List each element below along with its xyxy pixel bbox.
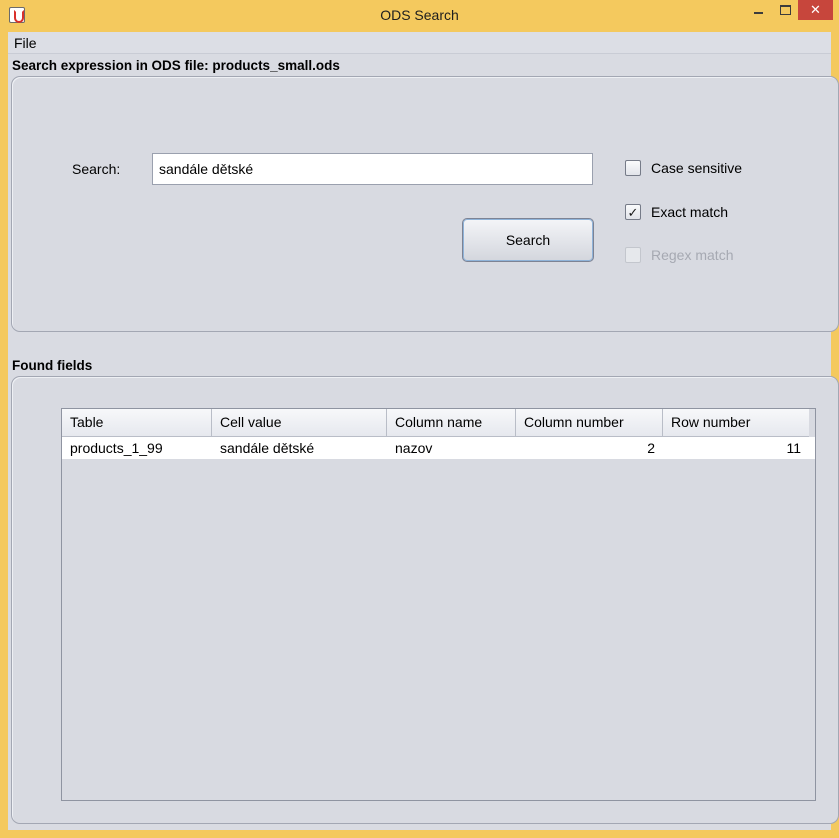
title-bar: ODS Search	[0, 0, 839, 32]
menu-file[interactable]: File	[14, 35, 37, 51]
table-header: Table Cell value Column name Column numb…	[62, 409, 809, 437]
maximize-icon[interactable]	[772, 0, 798, 20]
close-icon[interactable]	[798, 0, 833, 20]
regex-match-label: Regex match	[651, 247, 734, 263]
cell-table: products_1_99	[70, 440, 163, 456]
column-header-column-number[interactable]: Column number	[516, 409, 663, 437]
minimize-icon[interactable]	[744, 0, 772, 20]
window-title: ODS Search	[380, 7, 459, 23]
exact-match-box[interactable]: ✓	[625, 204, 641, 220]
search-button[interactable]: Search	[462, 218, 594, 262]
menu-bar: File	[8, 32, 831, 54]
search-label: Search:	[72, 161, 121, 177]
table-row[interactable]: products_1_99 sandále dětské nazov 2 11	[62, 437, 815, 459]
search-input[interactable]	[152, 153, 593, 185]
results-section-title: Found fields	[12, 358, 93, 373]
regex-match-box	[625, 247, 641, 263]
case-sensitive-checkbox[interactable]: Case sensitive	[625, 160, 742, 176]
column-header-cell-value[interactable]: Cell value	[212, 409, 387, 437]
window-content: File Search expression in ODS file: prod…	[8, 32, 839, 830]
case-sensitive-label: Case sensitive	[651, 160, 743, 176]
column-header-column-name[interactable]: Column name	[387, 409, 516, 437]
search-section-title: Search expression in ODS file: products_…	[12, 58, 340, 73]
regex-match-checkbox: Regex match	[625, 247, 733, 263]
column-header-row-number[interactable]: Row number	[663, 409, 809, 437]
results-table: Table Cell value Column name Column numb…	[61, 408, 816, 801]
cell-column-name: nazov	[395, 440, 433, 456]
exact-match-label: Exact match	[651, 204, 729, 220]
cell-value: sandále dětské	[220, 440, 315, 456]
cell-column-number: 2	[647, 440, 655, 456]
cell-row-number: 11	[786, 440, 801, 456]
exact-match-checkbox[interactable]: ✓ Exact match	[625, 204, 728, 220]
column-header-table[interactable]: Table	[62, 409, 212, 437]
case-sensitive-box[interactable]	[625, 160, 641, 176]
